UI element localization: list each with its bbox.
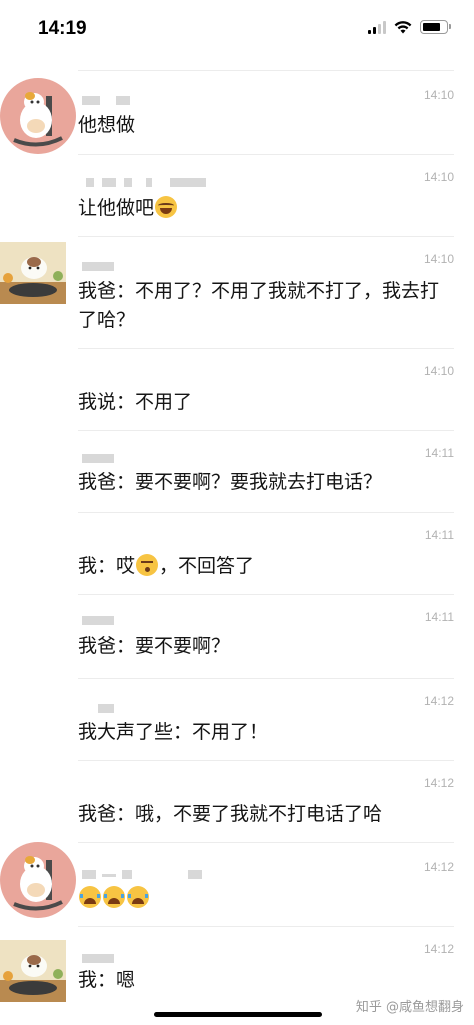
cat-avatar[interactable] [0,940,66,1002]
message-text: 我爸：要不要啊？要我就去打电话？ [78,471,383,493]
divider [78,926,454,927]
message-text: 我：哎 ，不回答了 [78,554,255,577]
message-text: 他想做 [78,114,136,136]
chat-message[interactable]: 14:11 我爸：要不要啊？ [0,594,474,678]
message-time: 14:11 [424,528,454,542]
divider [78,430,454,431]
message-text: 我大声了些：不用了！ [78,721,269,743]
laughing-emoji-icon [155,196,178,218]
chat-message[interactable]: 14:12 [0,842,474,926]
divider [78,70,454,71]
message-text: 让他做吧 [78,194,446,223]
hamster-avatar[interactable] [0,842,76,918]
status-bar: 14:19 [0,0,474,64]
hamster-avatar[interactable] [0,78,76,154]
divider [78,236,454,237]
divider [78,842,454,843]
message-text [78,884,446,913]
message-text: 我爸：哦，不要了我就不打电话了哈 [78,803,383,825]
message-time: 14:10 [423,252,454,266]
chat-message[interactable]: 14:11 我爸：要不要啊？要我就去打电话？ [0,430,474,512]
status-time: 14:19 [38,18,87,39]
chat-message[interactable]: 14:12 我大声了些：不用了！ [0,678,474,760]
crying-emoji-icon [79,886,101,908]
message-text: 我：嗯 [78,969,136,991]
message-time: 14:12 [423,942,454,956]
wifi-icon [394,21,412,34]
message-time: 14:12 [423,860,454,874]
hushed-emoji-icon [136,554,159,576]
chat-message[interactable]: 14:10 让他做吧 [0,154,474,236]
message-text: 我爸：不用了？不用了我就不打了，我去打了哈？ [78,280,440,331]
message-text: 我说：不用了 [78,391,193,413]
status-icons [368,20,451,34]
message-time: 14:11 [424,610,454,624]
crying-emoji-icon [127,886,149,908]
message-time: 14:12 [423,694,454,708]
crying-emoji-icon [103,886,125,908]
battery-level [423,23,440,31]
divider [78,594,454,595]
message-time: 14:11 [424,446,454,460]
chat-message[interactable]: 14:10 他想做 [0,70,474,154]
message-time: 14:10 [423,88,454,102]
message-time: 14:12 [423,776,454,790]
divider [78,760,454,761]
divider [78,348,454,349]
chat-message[interactable]: 14:10 我爸：不用了？不用了我就不打了，我去打了哈？ [0,236,474,348]
chat-message[interactable]: 14:12 我爸：哦，不要了我就不打电话了哈 [0,760,474,842]
watermark: 知乎 @咸鱼想翻身 [355,1000,464,1015]
cat-avatar[interactable] [0,242,66,304]
message-text: 我爸：要不要啊？ [78,635,231,657]
divider [78,154,454,155]
divider [78,512,454,513]
chat-message[interactable]: 14:10 我说：不用了 [0,348,474,430]
chat-message[interactable]: 14:11 我：哎 ，不回答了 [0,512,474,594]
divider [78,678,454,679]
home-indicator[interactable] [154,1012,322,1017]
message-time: 14:10 [423,170,454,184]
message-time: 14:10 [423,364,454,378]
battery-icon [420,20,451,34]
cellular-signal-icon [368,20,386,34]
